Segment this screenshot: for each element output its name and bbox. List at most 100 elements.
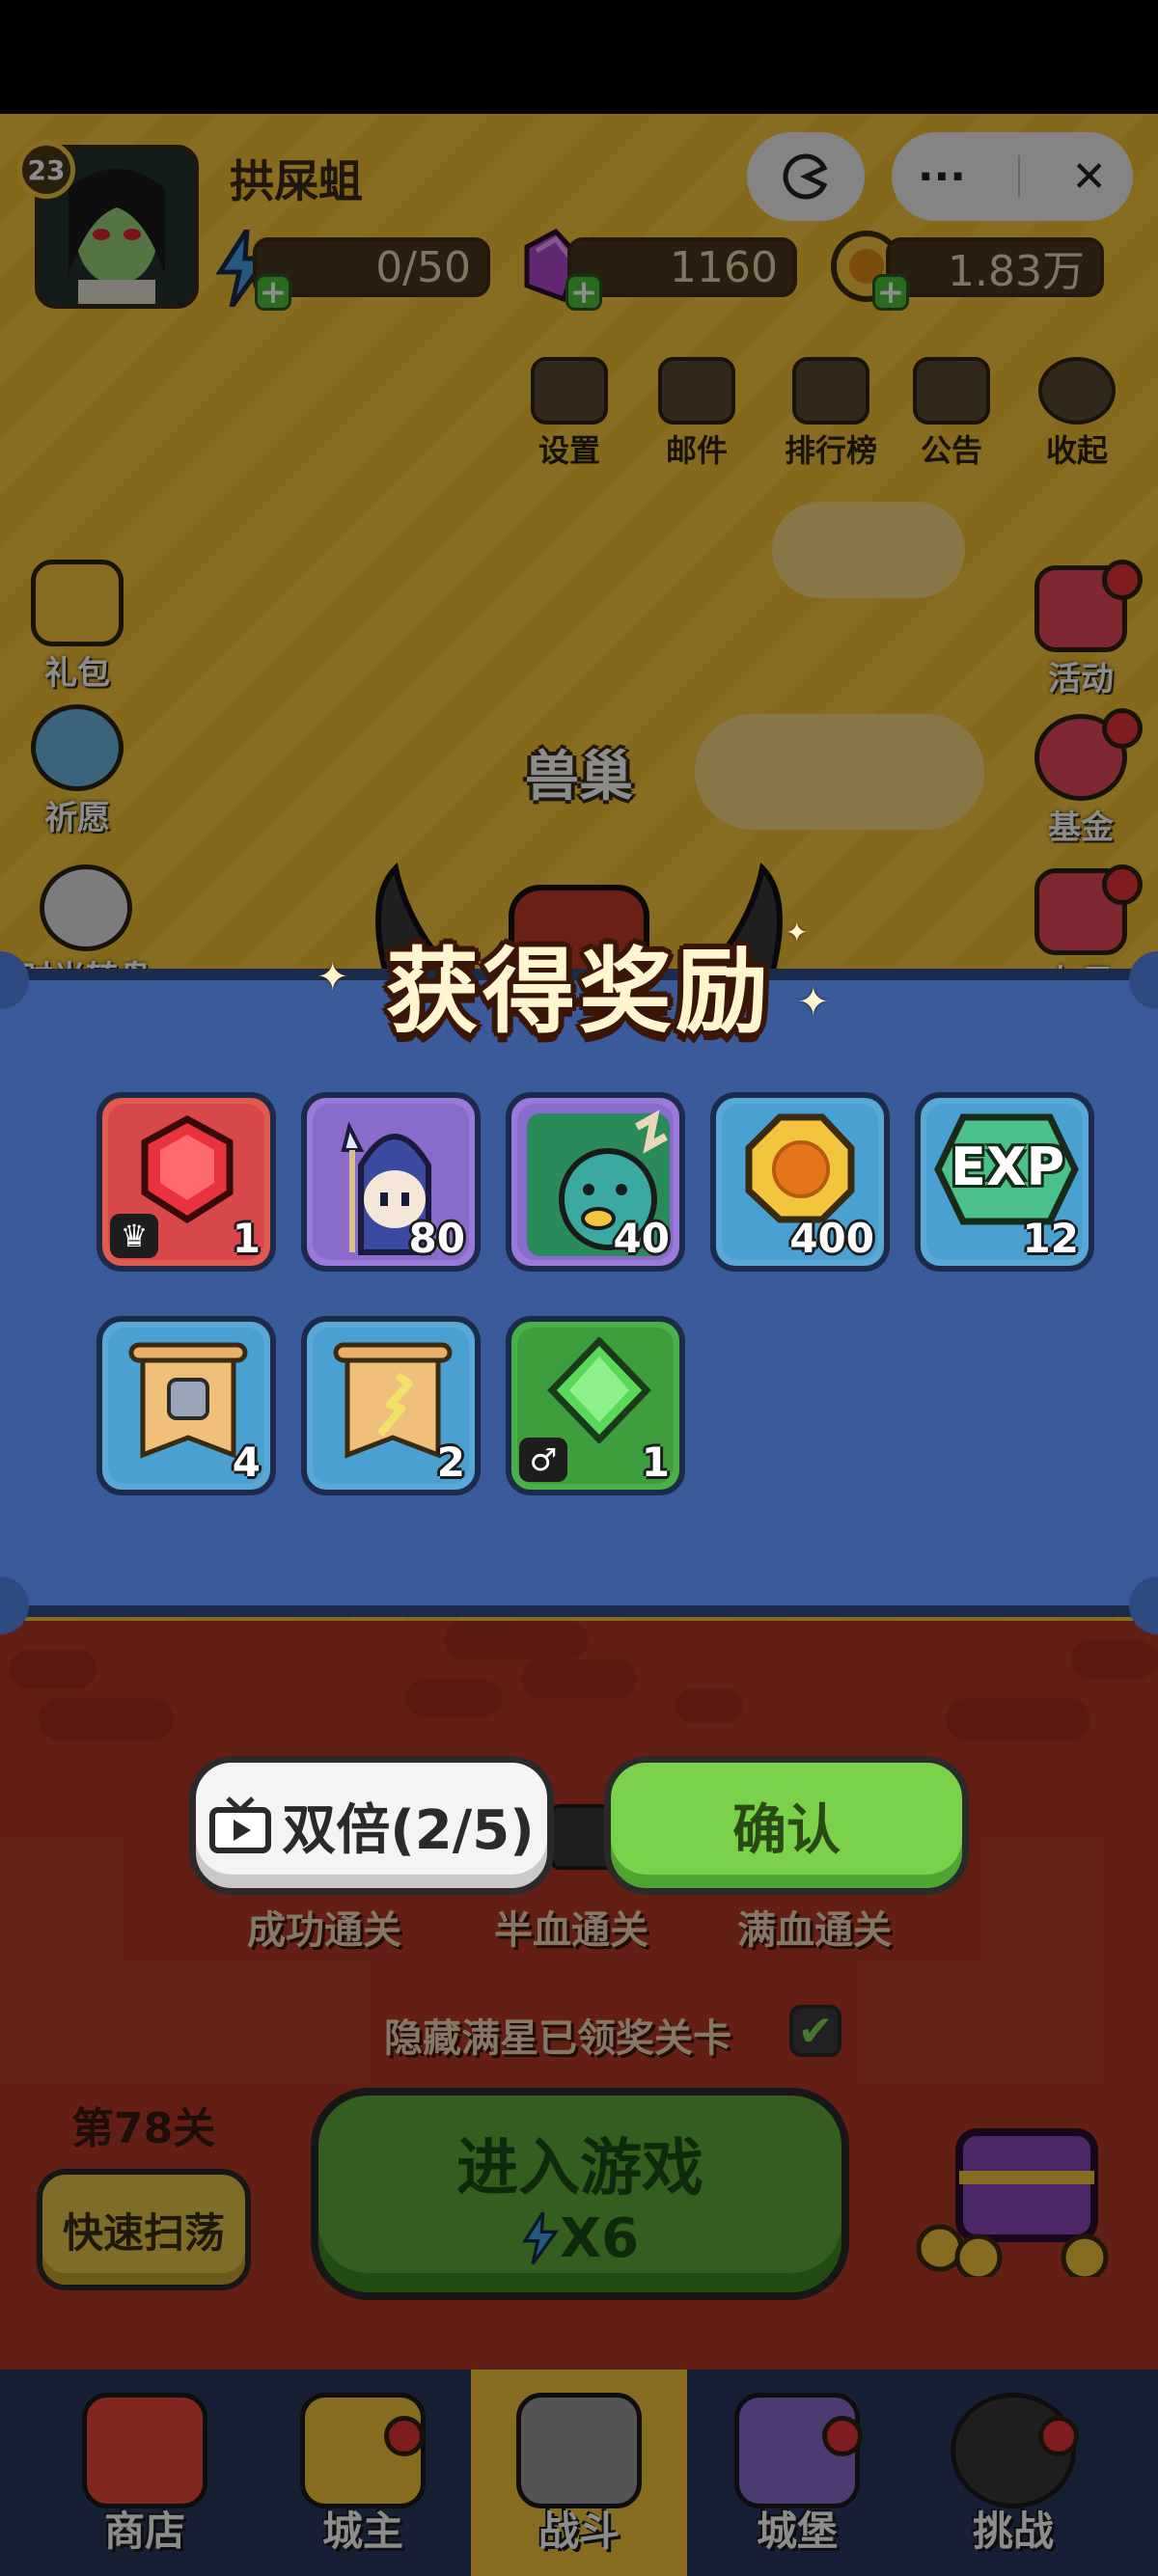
reward-item[interactable]: 2: [301, 1316, 481, 1495]
settings-button[interactable]: 设置: [523, 357, 616, 471]
star-condition-3: 满血通关: [737, 1908, 892, 1953]
crossed-swords-icon: [516, 2393, 642, 2508]
player-level-badge: 23: [17, 141, 75, 199]
enter-cost: X6: [521, 2207, 639, 2270]
sparkle-icon: ✦: [317, 955, 349, 1000]
cloud: [772, 502, 965, 598]
more-options-button[interactable]: ···: [918, 152, 966, 202]
megaphone-icon: [913, 357, 990, 425]
mail-button[interactable]: 邮件: [650, 357, 743, 471]
reward-quantity: 80: [408, 1215, 465, 1262]
quick-sweep-button[interactable]: 快速扫荡: [37, 2169, 251, 2290]
chart-icon: [792, 357, 869, 425]
notification-dot: [384, 2416, 425, 2456]
exp-label: EXP: [950, 1137, 1065, 1197]
gift-icon: [31, 560, 124, 646]
star-condition-1: 成功通关: [247, 1908, 401, 1953]
close-button[interactable]: ✕: [1071, 152, 1107, 202]
reward-item[interactable]: 4: [96, 1316, 276, 1495]
double-reward-label: 双倍(2/5): [282, 1798, 535, 1862]
announcement-button[interactable]: 公告: [905, 357, 998, 471]
stage-area-name: 兽巢: [525, 746, 633, 808]
treasure-chest-icon[interactable]: [901, 2113, 1123, 2282]
nav-lord[interactable]: 城主: [247, 2370, 479, 2576]
star-condition-2: 半血通关: [494, 1908, 648, 1953]
nav-castle-label: 城堡: [756, 2507, 838, 2555]
reward-panel: [0, 951, 1158, 1634]
nav-shop[interactable]: 商店: [29, 2370, 261, 2576]
stage-number: 第78关: [71, 2104, 216, 2153]
sparkle-icon: ✦: [797, 980, 830, 1025]
reward-quantity: 1: [232, 1215, 261, 1262]
reward-item[interactable]: ♛ 1: [96, 1092, 276, 1272]
collapse-button[interactable]: 收起: [1031, 357, 1123, 471]
capsule-menu: ··· ✕: [892, 132, 1133, 221]
nav-castle[interactable]: 城堡: [681, 2370, 913, 2576]
notification-dot: [1038, 2416, 1079, 2456]
notification-dot: [1102, 864, 1143, 905]
reward-item[interactable]: 400: [710, 1092, 890, 1272]
collapse-label: 收起: [1045, 432, 1108, 469]
green-gem-icon: [547, 1337, 651, 1443]
gear-icon: [531, 357, 608, 425]
gender-badge: ♂: [519, 1438, 567, 1482]
reward-item[interactable]: 40: [506, 1092, 685, 1272]
enter-game-button[interactable]: 进入游戏 X6: [311, 2088, 849, 2300]
capsule-divider: [1017, 155, 1020, 198]
gift-pack-label: 礼包: [44, 654, 110, 693]
pacman-icon: [783, 153, 828, 200]
sparkle-icon: ✦: [786, 917, 809, 948]
wish-button[interactable]: 祈愿: [19, 704, 135, 838]
nav-battle[interactable]: 战斗: [471, 2370, 687, 2576]
nav-lord-label: 城主: [321, 2507, 403, 2555]
nav-challenge-label: 挑战: [972, 2507, 1054, 2555]
notification-dot: [822, 2416, 863, 2456]
gift-pack-button[interactable]: 礼包: [19, 560, 135, 694]
reward-quantity: 1: [641, 1439, 670, 1486]
enter-cost-value: X6: [559, 2206, 640, 2270]
add-energy-button[interactable]: +: [255, 273, 291, 312]
reward-quantity: 4: [232, 1439, 261, 1486]
reward-quantity: 40: [613, 1215, 670, 1262]
status-bar: [0, 0, 1158, 114]
gold-coin-icon: [745, 1113, 855, 1223]
mini-program-home-button[interactable]: [747, 132, 865, 221]
tv-ad-icon: [209, 1796, 272, 1853]
gold-counter: 1.83万: [886, 237, 1104, 297]
hide-option-label: 隐藏满星已领奖关卡: [384, 2016, 731, 2061]
reward-quantity: 400: [789, 1215, 874, 1262]
wish-label: 祈愿: [44, 799, 110, 837]
notification-dot: [1102, 708, 1143, 749]
announcement-label: 公告: [920, 432, 982, 469]
reward-item[interactable]: EXP 12: [915, 1092, 1094, 1272]
shop-icon: [82, 2393, 207, 2508]
hide-option-checkbox[interactable]: ✔: [789, 2005, 841, 2057]
event-label: 活动: [1048, 660, 1114, 699]
confirm-button[interactable]: 确认: [604, 1756, 969, 1895]
energy-icon: [521, 2211, 560, 2265]
notification-dot: [1102, 560, 1143, 600]
nav-shop-label: 商店: [103, 2507, 185, 2555]
cloud: [695, 714, 984, 830]
enter-game-label: 进入游戏: [456, 2132, 703, 2205]
reward-item[interactable]: 80: [301, 1092, 481, 1272]
leaderboard-button[interactable]: 排行榜: [778, 357, 884, 471]
fund-label: 基金: [1048, 808, 1114, 847]
nav-challenge[interactable]: 挑战: [897, 2370, 1129, 2576]
player-name: 拱屎蛆: [230, 155, 363, 207]
play-icon: [1038, 357, 1116, 425]
reward-item[interactable]: ♂ 1: [506, 1316, 685, 1495]
reward-quantity: 2: [436, 1439, 465, 1486]
add-gem-button[interactable]: +: [565, 273, 602, 312]
add-gold-button[interactable]: +: [872, 273, 909, 312]
mail-icon: [658, 357, 735, 425]
settings-label: 设置: [538, 432, 600, 469]
reward-title: 获得奖励: [386, 938, 772, 1046]
mail-label: 邮件: [665, 432, 728, 469]
crown-badge: ♛: [110, 1214, 158, 1258]
reward-quantity: 12: [1022, 1215, 1079, 1262]
star-orb-icon: [31, 704, 124, 791]
double-reward-button[interactable]: 双倍(2/5): [189, 1756, 554, 1895]
nav-battle-label: 战斗: [538, 2507, 620, 2555]
ruby-gem-icon: [141, 1115, 234, 1224]
